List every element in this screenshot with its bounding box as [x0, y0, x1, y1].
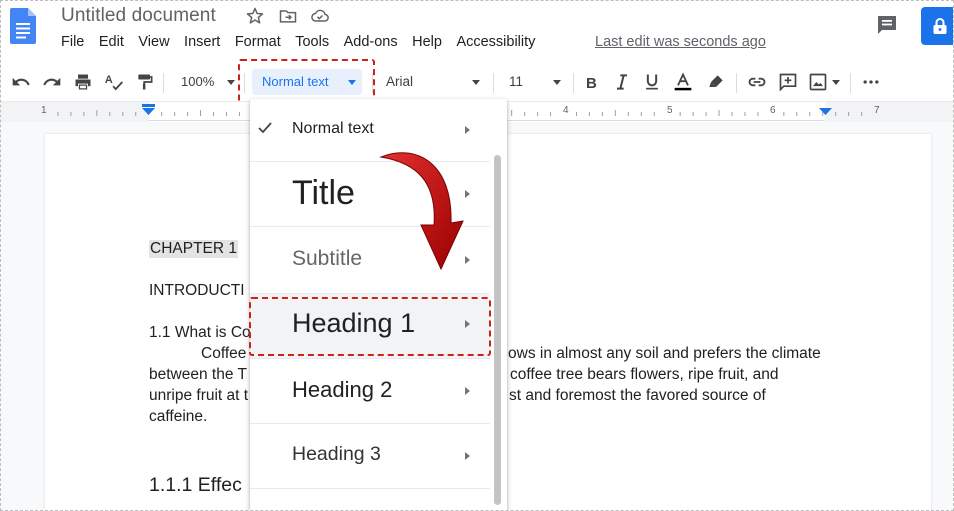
zoom-select[interactable]: 100%	[173, 70, 239, 94]
cloud-saved-icon[interactable]	[310, 6, 330, 26]
check-icon	[258, 122, 272, 134]
comment-history-icon[interactable]	[875, 13, 899, 37]
menu-file[interactable]: File	[61, 34, 84, 54]
last-edit-link[interactable]: Last edit was seconds ago	[595, 34, 766, 50]
chevron-down-icon	[553, 80, 561, 85]
add-comment-icon[interactable]	[778, 72, 798, 92]
font-value: Arial	[386, 74, 414, 89]
font-select[interactable]: Arial	[378, 70, 486, 94]
toolbar-separator	[573, 73, 574, 93]
document-line[interactable]: 1.1 What is Co	[149, 324, 251, 342]
document-line[interactable]: ows in almost any soil and prefers the c…	[508, 345, 821, 363]
toolbar: A 100% Normal text Arial 11 B	[1, 63, 953, 101]
heading-1-highlight	[249, 297, 491, 356]
dropdown-item-label: Subtitle	[292, 247, 363, 270]
toolbar-separator	[493, 73, 494, 93]
document-line[interactable]: unripe fruit at t	[149, 387, 248, 405]
chevron-down-icon	[472, 80, 480, 85]
document-line[interactable]: INTRODUCTI	[149, 282, 245, 300]
document-line[interactable]: st and foremost the favored source of	[509, 387, 766, 405]
dropdown-scrollbar[interactable]	[494, 155, 501, 505]
dropdown-item-heading-3[interactable]: Heading 3	[250, 424, 490, 488]
ruler-number: 1	[41, 105, 47, 116]
ruler-number: 4	[563, 105, 569, 116]
highlight-icon[interactable]	[706, 72, 726, 92]
underline-icon[interactable]	[642, 72, 662, 92]
toolbar-separator	[736, 73, 737, 93]
svg-text:B: B	[586, 75, 597, 92]
chevron-right-icon	[465, 452, 470, 460]
menu-format[interactable]: Format	[235, 34, 281, 54]
lock-icon	[933, 18, 947, 34]
bold-icon[interactable]: B	[581, 72, 601, 92]
chevron-right-icon	[465, 126, 470, 134]
chevron-right-icon	[465, 387, 470, 395]
document-line[interactable]: Coffee	[201, 345, 246, 363]
more-icon[interactable]	[861, 72, 881, 92]
dropdown-item-label: Title	[292, 174, 355, 212]
ruler-number: 6	[770, 105, 776, 116]
annotation-arrow-icon	[379, 152, 464, 271]
zoom-value: 100%	[181, 74, 215, 89]
menu-view[interactable]: View	[138, 34, 169, 54]
menu-tools[interactable]: Tools	[295, 34, 329, 54]
move-to-folder-icon[interactable]	[278, 6, 298, 26]
paint-format-icon[interactable]	[135, 72, 155, 92]
document-line[interactable]: CHAPTER 1	[149, 240, 238, 258]
font-size-select[interactable]: 11	[501, 70, 567, 94]
dropdown-item-label: Heading 3	[292, 443, 381, 465]
dropdown-item-label: Heading 2	[292, 377, 393, 402]
menu-addons[interactable]: Add-ons	[344, 34, 398, 54]
docs-logo-icon[interactable]	[10, 8, 36, 44]
undo-icon[interactable]	[11, 72, 31, 92]
chevron-down-icon[interactable]	[832, 80, 840, 85]
toolbar-separator	[850, 73, 851, 93]
menu-insert[interactable]: Insert	[184, 34, 220, 54]
menu-help[interactable]: Help	[412, 34, 442, 54]
toolbar-separator	[163, 73, 164, 93]
menu-accessibility[interactable]: Accessibility	[456, 34, 535, 54]
document-line[interactable]: between the T	[149, 366, 247, 384]
menu-edit[interactable]: Edit	[99, 34, 124, 54]
spellcheck-icon[interactable]: A	[104, 72, 124, 92]
section-heading[interactable]: 1.1.1 Effec	[149, 474, 242, 497]
ruler-number: 7	[874, 105, 880, 116]
document-line[interactable]: coffee tree bears flowers, ripe fruit, a…	[510, 366, 779, 384]
chevron-down-icon	[227, 80, 235, 85]
font-size-value: 11	[509, 74, 524, 89]
document-line[interactable]: caffeine.	[149, 408, 207, 426]
ruler-number: 5	[667, 105, 673, 116]
dropdown-item-label: Normal text	[292, 120, 374, 137]
share-button[interactable]	[921, 7, 953, 45]
dropdown-separator	[250, 488, 490, 489]
star-icon[interactable]	[245, 6, 265, 26]
text-color-icon[interactable]	[673, 72, 693, 92]
italic-icon[interactable]	[612, 72, 632, 92]
document-title[interactable]: Untitled document	[61, 5, 216, 27]
insert-image-icon[interactable]	[808, 72, 828, 92]
redo-icon[interactable]	[42, 72, 62, 92]
link-icon[interactable]	[747, 72, 767, 92]
dropdown-item-heading-2[interactable]: Heading 2	[250, 359, 490, 423]
print-icon[interactable]	[73, 72, 93, 92]
svg-text:A: A	[105, 74, 113, 86]
menubar: File Edit View Insert Format Tools Add-o…	[61, 34, 550, 54]
docs-window: Untitled document File Edit View Insert …	[0, 0, 954, 511]
